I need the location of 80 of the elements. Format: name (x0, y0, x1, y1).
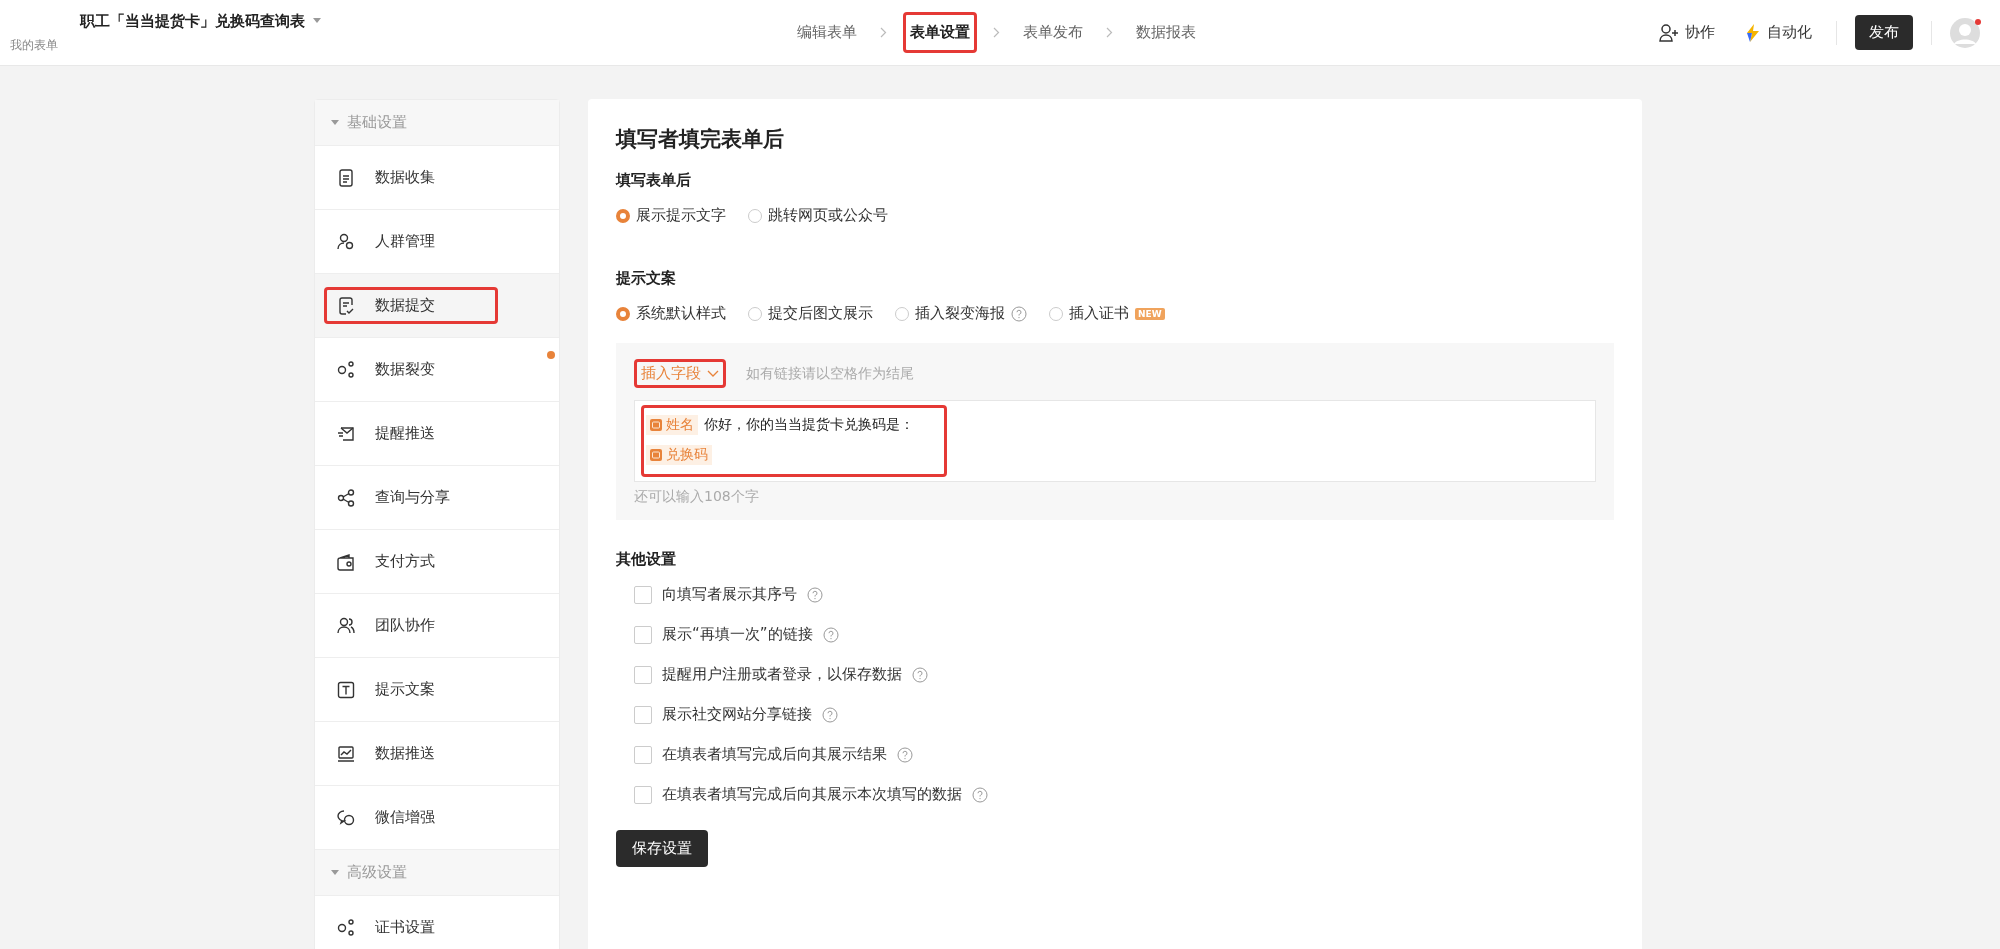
chevron-icon (880, 27, 887, 38)
team-icon (337, 616, 355, 635)
radio-option[interactable]: 展示提示文字 (616, 206, 726, 225)
field-icon (650, 419, 662, 431)
sidebar-item[interactable]: 证书设置 (315, 896, 559, 949)
caret-icon (331, 119, 339, 126)
share-icon (337, 488, 355, 507)
field-label: 填写表单后 (616, 171, 692, 190)
form-title[interactable]: 职工「当当提货卡」兑换码查询表 (80, 11, 305, 31)
sidebar-item[interactable]: 查询与分享 (315, 466, 559, 530)
section-title: 填写者填完表单后 (616, 126, 785, 153)
sidebar-item[interactable]: 支付方式 (315, 530, 559, 594)
chevron-icon (1106, 27, 1113, 38)
wallet-icon (337, 552, 355, 571)
help-icon[interactable] (822, 706, 838, 723)
sidebar-item[interactable]: 数据推送 (315, 722, 559, 786)
caret-icon[interactable] (313, 18, 321, 24)
hint-text: 如有链接请以空格作为结尾 (746, 364, 914, 383)
checkbox[interactable] (634, 625, 652, 644)
help-icon[interactable] (897, 746, 913, 763)
radio-button[interactable] (616, 208, 630, 223)
chevron-down-icon (707, 369, 719, 378)
checkbox-label[interactable]: 在填表者填写完成后向其展示本次填写的数据 (662, 785, 962, 804)
radio-option[interactable]: 跳转网页或公众号 (748, 206, 888, 225)
collaborate-button[interactable]: 协作 (1653, 22, 1721, 43)
checkbox-label[interactable]: 在填表者填写完成后向其展示结果 (662, 745, 887, 764)
step-tab[interactable]: 数据报表 (1129, 12, 1203, 53)
radio-label[interactable]: 插入裂变海报 (915, 304, 1005, 323)
chat-icon (337, 808, 355, 827)
new-badge: NEW (1135, 307, 1165, 320)
save-settings-button[interactable]: 保存设置 (616, 830, 708, 867)
help-icon[interactable] (822, 626, 839, 643)
help-icon[interactable] (912, 666, 928, 683)
checkbox-label[interactable]: 提醒用户注册或者登录，以保存数据 (662, 665, 902, 684)
document-icon (337, 168, 355, 187)
checkbox[interactable] (634, 665, 652, 684)
person-icon (337, 232, 355, 251)
radio-label[interactable]: 提交后图文展示 (768, 304, 873, 323)
character-counter: 还可以输入108个字 (634, 488, 760, 506)
avatar[interactable] (1950, 17, 1980, 48)
sidebar-item[interactable]: 数据收集 (315, 146, 559, 210)
add-user-icon (1659, 23, 1679, 42)
sidebar-item[interactable]: 数据提交 (315, 274, 559, 338)
step-tab[interactable]: 表单设置 (903, 12, 977, 53)
radio-label[interactable]: 插入证书 (1069, 304, 1129, 323)
radio-button[interactable] (616, 306, 630, 321)
envelope-icon (337, 424, 355, 443)
sidebar-item[interactable]: 数据裂变 (315, 338, 559, 402)
step-tab[interactable]: 表单发布 (1016, 12, 1090, 53)
nodes-icon (337, 360, 355, 379)
breadcrumb-link[interactable]: 我的表单 (10, 36, 680, 54)
sidebar-item[interactable]: 提醒推送 (315, 402, 559, 466)
automation-button[interactable]: 自动化 (1739, 22, 1818, 43)
checkbox[interactable] (634, 585, 652, 604)
user-silhouette-icon (1950, 17, 1980, 48)
publish-button[interactable]: 发布 (1855, 15, 1913, 50)
lightning-icon (1745, 23, 1761, 42)
chevron-icon (993, 27, 1000, 38)
checkbox[interactable] (634, 745, 652, 764)
checkbox[interactable] (634, 705, 652, 724)
field-label: 提示文案 (616, 269, 677, 288)
radio-label[interactable]: 系统默认样式 (636, 304, 726, 323)
step-tab[interactable]: 编辑表单 (790, 12, 864, 53)
checkbox-label[interactable]: 展示社交网站分享链接 (662, 705, 812, 724)
checkbox-label[interactable]: 展示“再填一次”的链接 (662, 625, 813, 644)
field-label: 其他设置 (616, 550, 677, 569)
message-text: 你好，你的当当提货卡兑换码是： (704, 416, 914, 434)
caret-icon (331, 869, 339, 876)
sidebar-item[interactable]: 团队协作 (315, 594, 559, 658)
chart-icon (337, 744, 355, 763)
nodes-icon (337, 918, 355, 937)
help-icon[interactable] (1011, 305, 1027, 322)
field-icon (650, 449, 662, 461)
checkbox[interactable] (634, 785, 652, 804)
checkbox-label[interactable]: 向填写者展示其序号 (662, 585, 797, 604)
text-icon (337, 680, 355, 699)
document-check-icon (337, 296, 355, 315)
help-icon[interactable] (972, 786, 988, 803)
help-icon[interactable] (807, 586, 823, 603)
sidebar-item[interactable]: 提示文案 (315, 658, 559, 722)
